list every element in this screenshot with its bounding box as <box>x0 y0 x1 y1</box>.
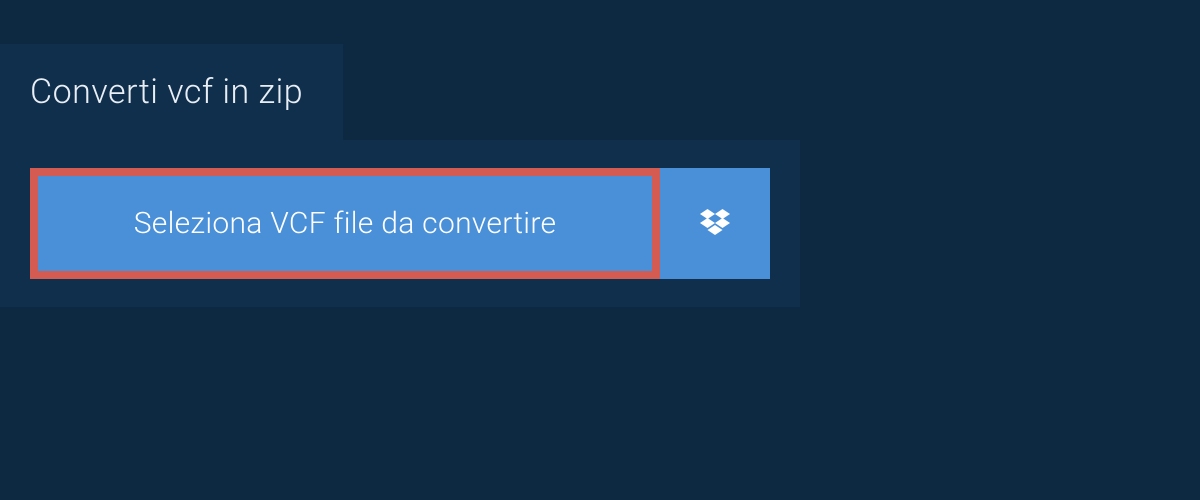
page-title: Converti vcf in zip <box>30 72 303 112</box>
dropbox-icon <box>697 206 733 242</box>
content-panel: Seleziona VCF file da convertire <box>0 140 800 307</box>
dropbox-button[interactable] <box>660 168 770 279</box>
button-row: Seleziona VCF file da convertire <box>30 168 770 279</box>
select-file-label: Seleziona VCF file da convertire <box>134 206 557 241</box>
tab-header: Converti vcf in zip <box>0 44 343 140</box>
select-file-button[interactable]: Seleziona VCF file da convertire <box>30 168 660 279</box>
